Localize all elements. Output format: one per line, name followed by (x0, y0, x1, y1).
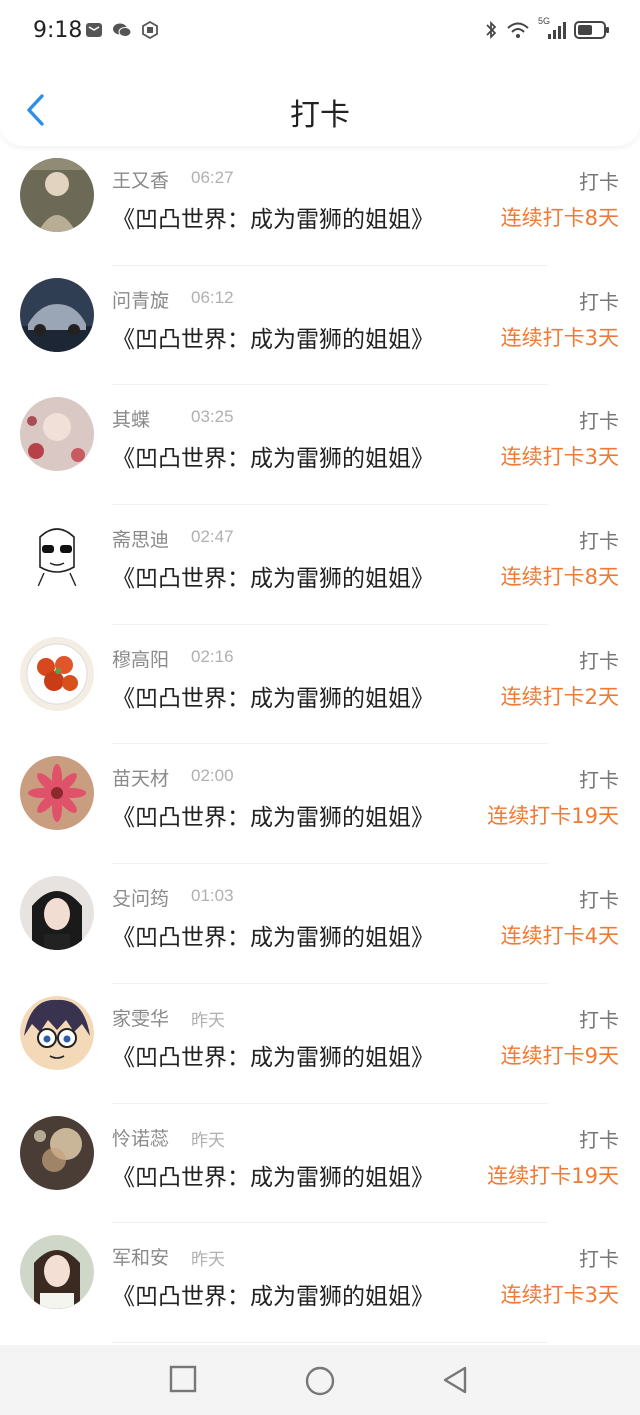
book-title[interactable]: 《凹凸世界：成为雷狮的姐姐》 (112, 439, 434, 473)
checkin-time: 02:00 (191, 766, 234, 786)
status-time: 9:18 (33, 18, 83, 43)
book-title[interactable]: 《凹凸世界：成为雷狮的姐姐》 (112, 1277, 434, 1311)
streak-label: 连续打卡19天 (487, 804, 619, 829)
list-item[interactable]: 苗天材 02:00 《凹凸世界：成为雷狮的姐姐》 打卡 连续打卡19天 (0, 744, 640, 865)
checkin-label: 打卡 (579, 888, 619, 913)
checkin-time: 昨天 (191, 1250, 225, 1270)
checkin-label: 打卡 (579, 1247, 619, 1272)
system-nav-bar (0, 1345, 640, 1415)
book-title[interactable]: 《凹凸世界：成为雷狮的姐姐》 (112, 679, 434, 713)
list-item[interactable]: 斋思迪 02:47 《凹凸世界：成为雷狮的姐姐》 打卡 连续打卡8天 (0, 505, 640, 625)
list-item[interactable]: 军和安 昨天 《凹凸世界：成为雷狮的姐姐》 打卡 连续打卡3天 (0, 1223, 640, 1343)
square-icon[interactable] (169, 1365, 197, 1393)
wifi-icon (507, 22, 529, 38)
network-type-label: 5G (538, 16, 551, 26)
checkin-time: 03:25 (191, 407, 234, 427)
checkin-label: 打卡 (579, 409, 619, 434)
checkin-time: 06:12 (191, 287, 234, 307)
streak-label: 连续打卡2天 (500, 684, 619, 709)
checkin-label: 打卡 (579, 768, 619, 793)
avatar[interactable] (20, 995, 94, 1070)
book-title[interactable]: 《凹凸世界：成为雷狮的姐姐》 (112, 320, 434, 354)
avatar[interactable] (20, 636, 94, 711)
checkin-time: 06:27 (191, 168, 234, 187)
streak-label: 连续打卡4天 (500, 924, 619, 949)
checkin-time: 01:03 (191, 886, 234, 906)
message-icon (86, 23, 102, 37)
list-item[interactable]: 问青旋 06:12 《凹凸世界：成为雷狮的姐姐》 打卡 连续打卡3天 (0, 266, 640, 386)
divider (112, 1341, 548, 1343)
user-name: 穆高阳 (112, 648, 170, 671)
book-title[interactable]: 《凹凸世界：成为雷狮的姐姐》 (112, 559, 434, 593)
checkin-label: 打卡 (579, 1007, 619, 1032)
checkin-time: 昨天 (191, 1130, 225, 1150)
user-name: 家雯华 (112, 1007, 170, 1030)
list-item[interactable]: 其蝶 03:25 《凹凸世界：成为雷狮的姐姐》 打卡 连续打卡3天 (0, 385, 640, 506)
nav-bar: 打卡 (0, 70, 640, 146)
book-title[interactable]: 《凹凸世界：成为雷狮的姐姐》 (112, 798, 434, 832)
avatar[interactable] (20, 397, 94, 472)
book-title[interactable]: 《凹凸世界：成为雷狮的姐姐》 (112, 1038, 434, 1072)
checkin-label: 打卡 (579, 1127, 619, 1152)
user-name: 苗天材 (112, 768, 170, 791)
user-name: 问青旋 (112, 289, 170, 312)
avatar[interactable] (20, 158, 94, 232)
avatar[interactable] (20, 277, 94, 352)
book-title[interactable]: 《凹凸世界：成为雷狮的姐姐》 (112, 1158, 434, 1192)
avatar[interactable] (20, 756, 94, 831)
cellular-signal-icon: 5G (538, 16, 566, 40)
streak-label: 连续打卡8天 (500, 206, 619, 230)
list-item[interactable]: 怜诺蕊 昨天 《凹凸世界：成为雷狮的姐姐》 打卡 连续打卡19天 (0, 1104, 640, 1224)
checkin-label: 打卡 (579, 529, 619, 554)
user-name: 其蝶 (112, 409, 151, 432)
avatar[interactable] (20, 1115, 94, 1190)
app-notification-icon (142, 20, 158, 40)
avatar[interactable] (20, 876, 94, 951)
checkin-list: 王又香 06:27 《凹凸世界：成为雷狮的姐姐》 打卡 连续打卡8天 问青旋 0… (0, 146, 640, 1343)
list-item[interactable]: 殳问筠 01:03 《凹凸世界：成为雷狮的姐姐》 打卡 连续打卡4天 (0, 864, 640, 984)
streak-label: 连续打卡3天 (500, 1283, 619, 1308)
status-bar: 9:18 5G (0, 0, 640, 62)
streak-label: 连续打卡3天 (500, 445, 619, 470)
user-name: 怜诺蕊 (112, 1127, 170, 1150)
avatar[interactable] (20, 517, 94, 592)
checkin-time: 02:16 (191, 646, 234, 666)
top-bar: 9:18 5G 打卡 (0, 0, 640, 146)
checkin-label: 打卡 (579, 648, 619, 673)
streak-label: 连续打卡9天 (500, 1043, 619, 1068)
page-title: 打卡 (290, 98, 350, 133)
triangle-back-icon[interactable] (441, 1365, 469, 1395)
streak-label: 连续打卡3天 (500, 325, 619, 350)
avatar[interactable] (20, 1235, 94, 1310)
bluetooth-icon (486, 20, 497, 40)
list-item[interactable]: 王又香 06:27 《凹凸世界：成为雷狮的姐姐》 打卡 连续打卡8天 (0, 146, 640, 266)
book-title[interactable]: 《凹凸世界：成为雷狮的姐姐》 (112, 918, 434, 952)
checkin-label: 打卡 (579, 170, 619, 194)
checkin-time: 昨天 (191, 1010, 225, 1030)
list-item[interactable]: 家雯华 昨天 《凹凸世界：成为雷狮的姐姐》 打卡 连续打卡9天 (0, 984, 640, 1104)
circle-icon[interactable] (304, 1365, 336, 1397)
battery-icon (574, 21, 609, 39)
checkin-time: 02:47 (191, 527, 234, 547)
streak-label: 连续打卡8天 (500, 565, 619, 590)
wechat-icon (113, 23, 132, 37)
user-name: 军和安 (112, 1247, 170, 1270)
list-item[interactable]: 穆高阳 02:16 《凹凸世界：成为雷狮的姐姐》 打卡 连续打卡2天 (0, 625, 640, 745)
book-title[interactable]: 《凹凸世界：成为雷狮的姐姐》 (112, 200, 434, 234)
streak-label: 连续打卡19天 (487, 1163, 619, 1188)
user-name: 斋思迪 (112, 529, 170, 552)
user-name: 王又香 (112, 170, 170, 192)
user-name: 殳问筠 (112, 888, 170, 911)
checkin-label: 打卡 (579, 289, 619, 314)
